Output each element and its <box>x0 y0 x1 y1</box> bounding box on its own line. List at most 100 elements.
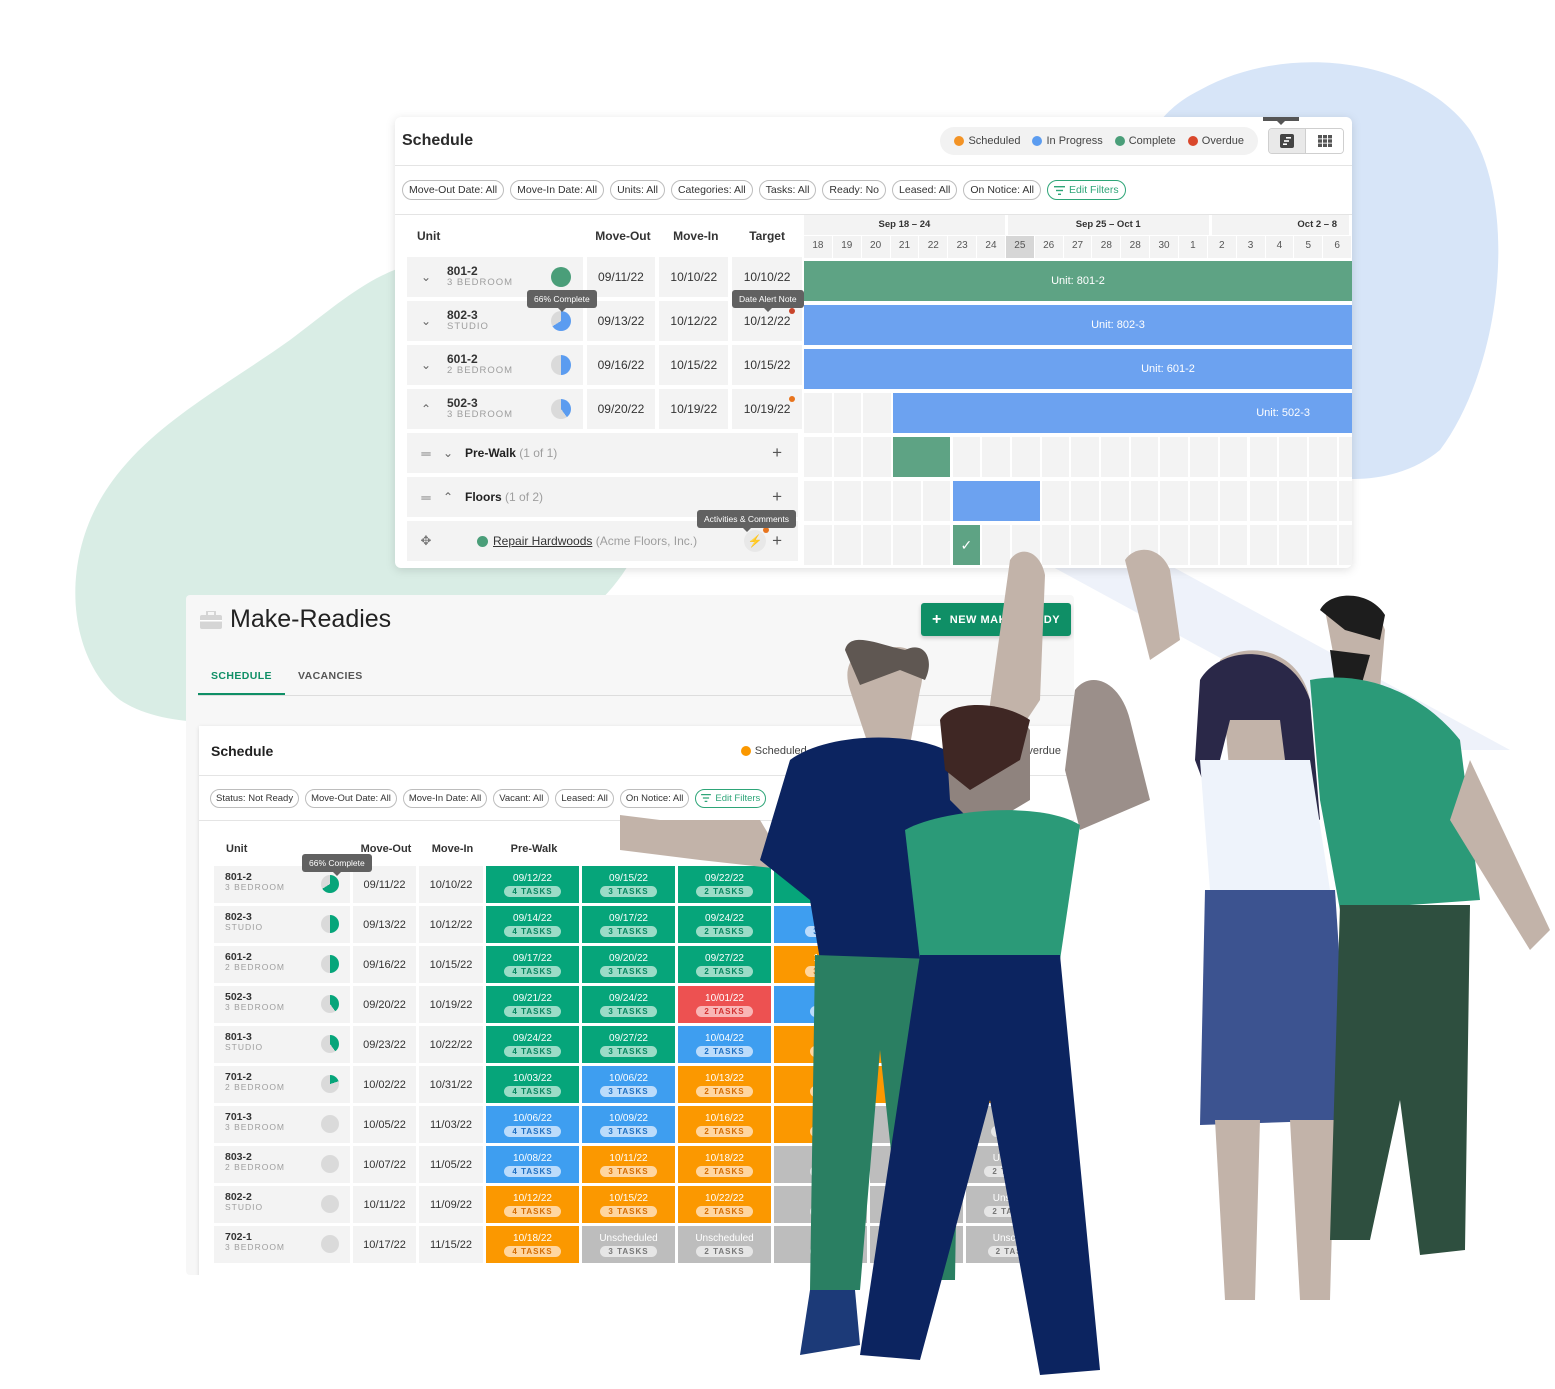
task-category-cell[interactable]: 09/24/22 4 TASKS <box>486 1026 579 1063</box>
task-category-cell[interactable] <box>966 866 1059 903</box>
gantt-grid-cell[interactable] <box>1101 525 1129 565</box>
chevron-down-icon[interactable]: ⌄ <box>415 358 437 372</box>
task-category-cell[interactable]: 09/21/22 4 TASKS <box>486 986 579 1023</box>
task-category-cell[interactable]: 10/06/22 4 TASKS <box>486 1106 579 1143</box>
filter-chip-on-notice[interactable]: On Notice: All <box>963 180 1042 200</box>
gantt-grid-cell[interactable] <box>1160 525 1189 565</box>
gantt-grid-cell[interactable] <box>804 393 832 433</box>
gantt-grid-cell[interactable] <box>893 525 921 565</box>
task-category-cell[interactable] <box>870 1186 963 1223</box>
grid-view-button[interactable] <box>1306 129 1343 153</box>
progress-pie-icon[interactable] <box>321 1155 339 1173</box>
tab-schedule[interactable]: SCHEDULE <box>198 660 285 695</box>
gantt-grid-cell[interactable] <box>1190 481 1218 521</box>
gantt-grid-cell[interactable] <box>982 437 1010 477</box>
task-category-cell[interactable] <box>870 946 963 983</box>
chevron-up-icon[interactable]: ⌃ <box>437 490 459 504</box>
gantt-grid-cell[interactable] <box>952 437 981 477</box>
filter-chip-ready[interactable]: Ready: No <box>822 180 887 200</box>
gantt-grid-cell[interactable] <box>1308 525 1337 565</box>
progress-pie-icon[interactable] <box>550 399 571 419</box>
task-category-cell[interactable]: 09/24/22 3 TASKS <box>582 986 675 1023</box>
task-category-cell[interactable] <box>966 1026 1059 1063</box>
task-category-cell[interactable] <box>966 986 1059 1023</box>
gantt-grid-cell[interactable] <box>1041 481 1070 521</box>
gantt-grid-cell[interactable] <box>893 481 921 521</box>
task-category-cell[interactable] <box>966 906 1059 943</box>
task-category-cell[interactable]: 10/18/22 4 TASKS <box>486 1226 579 1263</box>
gantt-grid-cell[interactable] <box>1279 437 1307 477</box>
task-category-cell[interactable]: 10 3 <box>774 986 867 1023</box>
gantt-grid-cell[interactable] <box>1249 481 1278 521</box>
chevron-up-icon[interactable]: ⌃ <box>415 402 437 416</box>
task-category-cell[interactable]: 10/09/22 3 TASKS <box>582 1106 675 1143</box>
pre-walk-gantt-bar[interactable] <box>893 437 951 477</box>
filter-chip-move-out[interactable]: Move-Out Date: All <box>402 180 505 200</box>
gantt-grid-cell[interactable] <box>1130 437 1159 477</box>
task-category-cell[interactable]: Un 3 <box>774 1186 867 1223</box>
task-category-cell[interactable] <box>966 1066 1059 1103</box>
progress-pie-icon[interactable] <box>321 995 339 1013</box>
gantt-grid-cell[interactable] <box>1101 481 1129 521</box>
filter-chip-move-in[interactable]: Move-In Date: All <box>402 788 488 808</box>
chevron-down-icon[interactable]: ⌄ <box>415 314 437 328</box>
gantt-grid-cell[interactable] <box>1071 525 1099 565</box>
drag-handle-icon[interactable]: ═ <box>415 490 437 505</box>
gantt-grid-cell[interactable] <box>1071 481 1099 521</box>
filter-chip-on-notice[interactable]: On Notice: All <box>619 788 690 808</box>
task-category-cell[interactable]: 10/16/22 2 TASKS <box>678 1106 771 1143</box>
table-row[interactable]: 702-1 3 BEDROOM 10/17/22 11/15/22 10/18/22 4 … <box>214 1226 1062 1263</box>
task-category-cell[interactable] <box>870 906 963 943</box>
progress-pie-icon[interactable] <box>321 1115 339 1133</box>
table-row[interactable]: 801-3 STUDIO 09/23/22 10/22/22 09/24/22 4 TAS… <box>214 1026 1062 1063</box>
filter-chip-move-in[interactable]: Move-In Date: All <box>510 180 605 200</box>
task-category-cell[interactable]: 10/3 T <box>774 906 867 943</box>
task-category-cell[interactable]: 13 <box>774 1106 867 1143</box>
gantt-grid-cell[interactable] <box>833 393 862 433</box>
progress-pie-icon[interactable] <box>550 267 571 287</box>
chevron-down-icon[interactable]: ⌄ <box>437 446 459 460</box>
unit-gantt-bar[interactable]: Unit: 601-2 <box>804 349 1352 389</box>
task-category-cell[interactable] <box>870 1146 963 1183</box>
gantt-grid-cell[interactable] <box>1101 437 1129 477</box>
gantt-grid-cell[interactable] <box>1338 437 1352 477</box>
gantt-grid-cell[interactable] <box>1190 525 1218 565</box>
task-category-cell[interactable]: 10/12/22 4 TASKS <box>486 1186 579 1223</box>
task-gantt-bar[interactable]: ✓ <box>952 525 981 565</box>
task-category-cell[interactable]: Uns 3 <box>774 1226 867 1263</box>
table-row[interactable]: 802-3 STUDIO 09/13/22 10/12/22 09/14/22 4 TAS… <box>214 906 1062 943</box>
progress-pie-icon[interactable] <box>321 915 339 933</box>
table-row[interactable]: 502-3 3 BEDROOM 09/20/22 10/19/22 09/21/22 4 … <box>214 986 1062 1023</box>
progress-pie-icon[interactable] <box>321 955 339 973</box>
gantt-grid-cell[interactable] <box>863 525 892 565</box>
progress-pie-icon[interactable] <box>321 1235 339 1253</box>
gantt-grid-cell[interactable] <box>833 481 862 521</box>
gantt-grid-cell[interactable] <box>833 525 862 565</box>
edit-filters-button[interactable]: Edit Filters <box>695 788 767 808</box>
task-category-cell[interactable]: 10/13/22 2 TASKS <box>678 1066 771 1103</box>
new-make-ready-button[interactable]: + NEW MAKE-READY <box>921 603 1071 636</box>
gantt-grid-cell[interactable] <box>1011 437 1040 477</box>
task-category-cell[interactable]: Unsched 2 TASKS <box>966 1186 1059 1223</box>
task-category-cell[interactable]: Unsched 2 TAS <box>966 1106 1059 1143</box>
add-task-button[interactable]: + <box>772 487 782 507</box>
task-category-cell[interactable]: 10/01/22 2 TASKS <box>678 986 771 1023</box>
gantt-grid-cell[interactable] <box>1160 481 1189 521</box>
gantt-grid-cell[interactable] <box>863 437 892 477</box>
add-task-button[interactable]: + <box>772 443 782 463</box>
unit-row[interactable]: ⌄ 601-2 2 BEDROOM 09/16/22 10/15/22 10/15/… <box>407 345 802 385</box>
task-category-cell[interactable]: 10/03/22 4 TASKS <box>486 1066 579 1103</box>
progress-pie-icon[interactable] <box>550 355 571 375</box>
gantt-grid-cell[interactable] <box>982 525 1010 565</box>
filter-chip-move-out[interactable]: Move-Out Date: All <box>305 788 397 808</box>
task-category-cell[interactable]: Unscheduled 3 TASKS <box>582 1226 675 1263</box>
table-row[interactable]: 601-2 2 BEDROOM 09/16/22 10/15/22 09/17/22 4 … <box>214 946 1062 983</box>
gantt-grid-cell[interactable] <box>863 393 892 433</box>
gantt-grid-cell[interactable] <box>1249 525 1278 565</box>
gantt-grid-cell[interactable] <box>1011 525 1040 565</box>
gantt-grid-cell[interactable] <box>833 437 862 477</box>
gantt-grid-cell[interactable] <box>1130 481 1159 521</box>
unit-row[interactable]: ⌃ 502-3 3 BEDROOM 09/20/22 10/19/22 10/19/… <box>407 389 802 429</box>
gantt-grid-cell[interactable] <box>1219 525 1248 565</box>
add-task-button[interactable]: + <box>772 531 782 551</box>
